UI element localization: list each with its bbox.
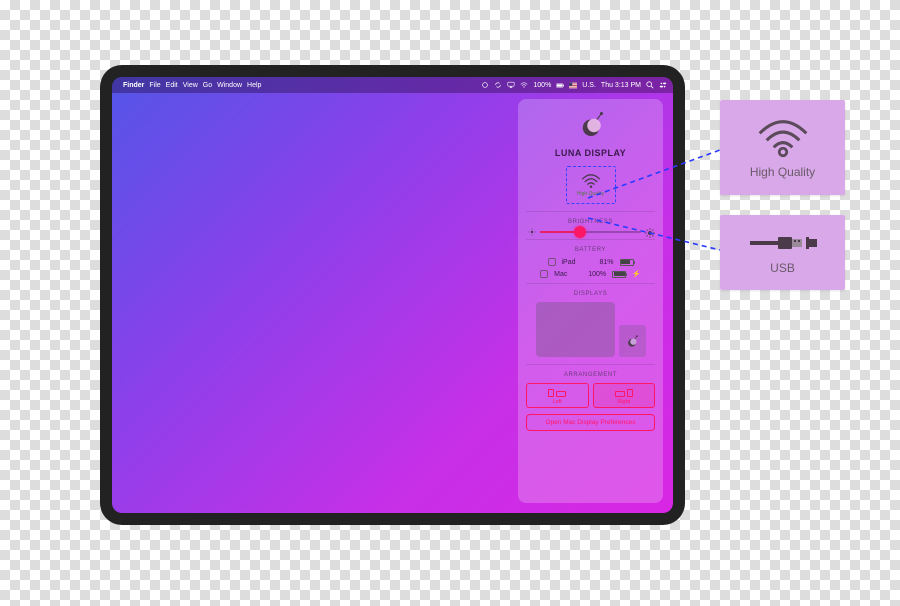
slider-thumb[interactable] [574,226,586,238]
displays-preview[interactable] [536,302,646,357]
divider [526,283,655,284]
connection-status-box[interactable]: High Quality [566,166,616,204]
callout-wifi-label: High Quality [750,165,815,179]
divider [526,239,655,240]
display-preview-secondary[interactable] [619,325,646,357]
brightness-high-icon [645,228,653,236]
divider [526,211,655,212]
panel-header: LUNA DISPLAY [526,105,655,164]
menubar-battery-percent[interactable]: 100% [533,82,551,89]
brightness-section-label: BRIGHTNESS [526,219,655,225]
wifi-icon [580,173,602,189]
ipad-battery-icon [620,259,634,266]
battery-row-ipad: iPad 81% [526,258,655,266]
arrangement-right-button[interactable]: Right [593,383,656,408]
menubar-left: Finder File Edit View Go Window Help [118,82,261,89]
luna-logo-small-icon [625,334,639,348]
macos-screen: Finder File Edit View Go Window Help [112,77,673,513]
connection-quality-label: High Quality [577,191,604,197]
arrangement-right-label: Right [594,399,655,405]
display-preview-main[interactable] [536,302,616,357]
ipad-checkbox[interactable] [548,258,556,266]
usb-cable-icon [748,231,818,255]
arrangement-left-label: Left [527,399,588,405]
control-center-icon[interactable] [659,81,667,89]
menubar-item-help[interactable]: Help [247,82,261,89]
arrangement-section-label: ARRANGEMENT [526,372,655,378]
flag-icon[interactable] [569,81,577,89]
brightness-low-icon [528,228,536,236]
menubar-clock[interactable]: Thu 3:13 PM [601,82,641,89]
ipad-device-frame: Finder File Edit View Go Window Help [100,65,685,525]
panel-title: LUNA DISPLAY [526,148,655,158]
menubar-right: 100% U.S. Thu 3:13 PM [481,81,667,89]
brightness-slider[interactable] [540,231,641,233]
menubar-item-edit[interactable]: Edit [166,82,178,89]
menubar-input-source[interactable]: U.S. [582,82,596,89]
airplay-icon[interactable] [507,81,515,89]
wifi-icon[interactable] [520,81,528,89]
menubar-item-file[interactable]: File [149,82,160,89]
luna-display-panel: LUNA DISPLAY High Quality BRIGHTNESS [518,99,663,503]
charging-icon: ⚡ [632,270,641,278]
ipad-label: iPad [562,259,584,266]
divider [526,364,655,365]
menubar-item-window[interactable]: Window [217,82,242,89]
callout-wifi: High Quality [720,100,845,195]
open-display-preferences-button[interactable]: Open Mac Display Preferences [526,414,655,431]
arrangement-row: Left Right [526,383,655,408]
menubar-item-view[interactable]: View [183,82,198,89]
menubar: Finder File Edit View Go Window Help [112,77,673,93]
callout-usb-label: USB [770,261,795,275]
luna-logo-icon [576,109,606,139]
menubar-item-go[interactable]: Go [203,82,212,89]
mac-label: Mac [554,271,576,278]
wifi-icon [754,117,812,159]
ipad-percent: 81% [590,259,614,266]
battery-icon[interactable] [556,81,564,89]
callout-usb: USB [720,215,845,290]
battery-row-mac: Mac 100% ⚡ [526,270,655,278]
luna-menubar-icon[interactable] [481,81,489,89]
mac-percent: 100% [582,271,606,278]
spotlight-icon[interactable] [646,81,654,89]
mac-checkbox[interactable] [540,270,548,278]
mac-battery-icon [612,271,626,278]
battery-section-label: BATTERY [526,247,655,253]
displays-section-label: DISPLAYS [526,291,655,297]
brightness-slider-row [526,228,655,236]
menubar-app-name[interactable]: Finder [123,82,144,89]
arrangement-left-button[interactable]: Left [526,383,589,408]
sync-icon[interactable] [494,81,502,89]
